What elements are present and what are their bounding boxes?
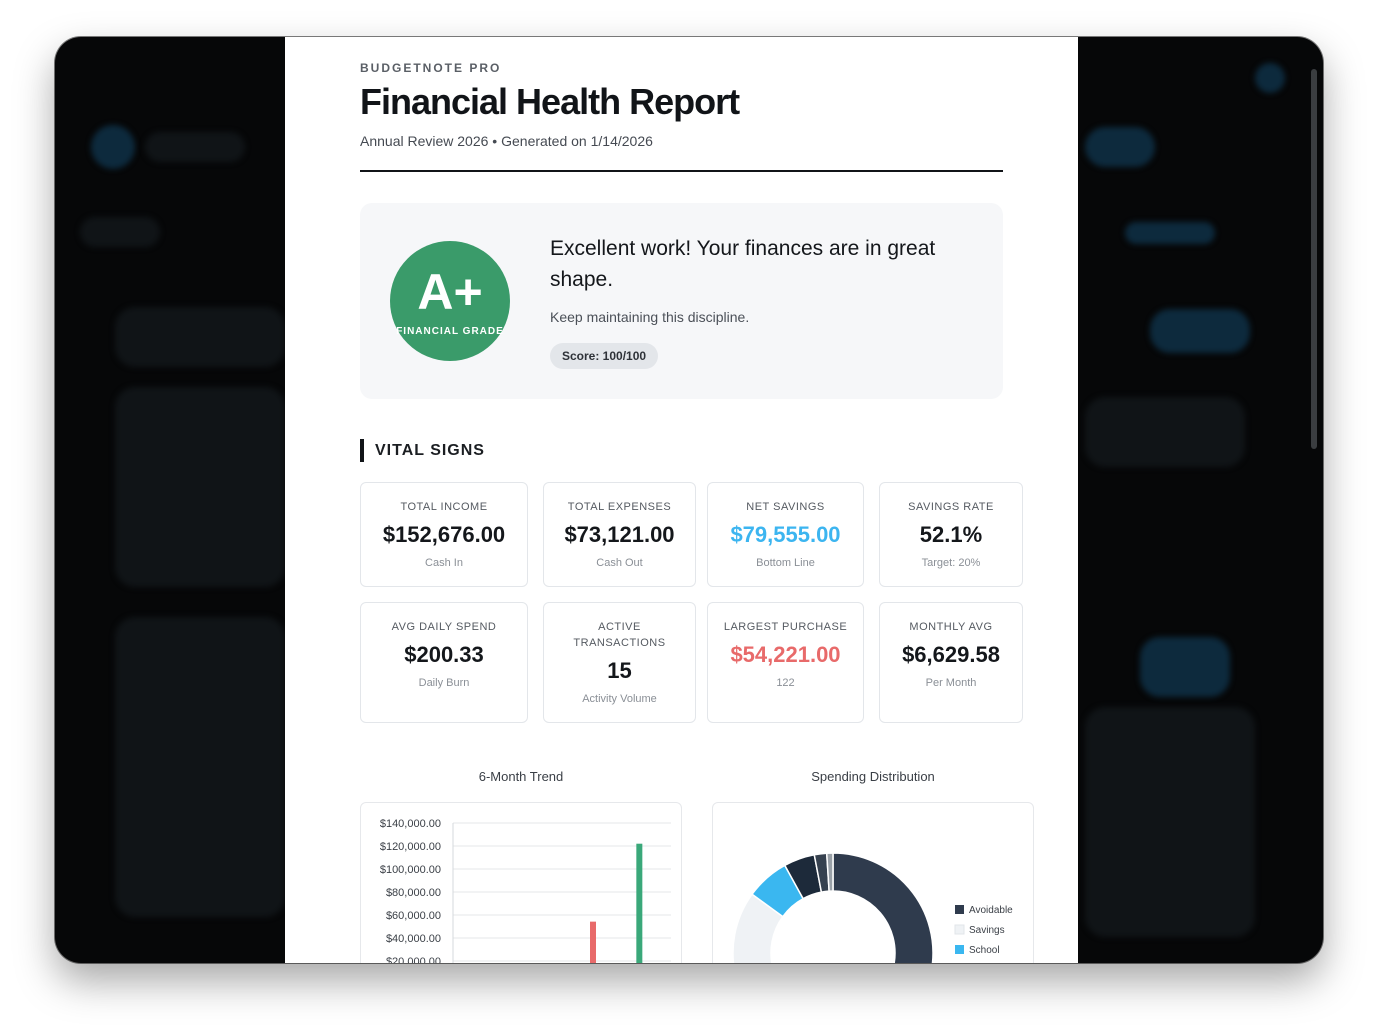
header-divider	[360, 170, 1003, 172]
section-heading-vital-signs: VITAL SIGNS	[360, 439, 485, 462]
distribution-chart-title: Spending Distribution	[811, 769, 935, 784]
report-modal: BUDGETNOTE PRO Financial Health Report A…	[285, 37, 1078, 963]
bg-panel-2	[115, 617, 285, 917]
grade-card: A+ FINANCIAL GRADE Excellent work! Your …	[360, 203, 1003, 399]
y-tick-label: $60,000.00	[386, 910, 441, 922]
bg-calendar	[1085, 707, 1255, 937]
stat-hint: Activity Volume	[582, 693, 657, 705]
y-tick-label: $120,000.00	[380, 841, 441, 853]
legend-swatch	[955, 905, 964, 914]
stat-label: AVG DAILY SPEND	[391, 621, 497, 633]
stat-value: $79,555.00	[730, 522, 841, 547]
y-tick-label: $20,000.00	[386, 956, 441, 963]
app-window: BUDGETNOTE PRO Financial Health Report A…	[55, 37, 1323, 963]
stat-hint: Per Month	[925, 677, 977, 689]
brand-label: BUDGETNOTE PRO	[360, 61, 502, 75]
report-title: Financial Health Report	[360, 81, 740, 122]
legend-label: Avoidable	[969, 905, 1013, 916]
bg-button-3	[1140, 637, 1230, 697]
distribution-chart-svg: Avoidable Savings School	[732, 852, 1013, 963]
stat-label: ACTIVE TRANSACTIONS	[573, 621, 666, 649]
legend-label: Savings	[969, 925, 1005, 936]
stat-value: $54,221.00	[730, 642, 841, 667]
score-badge: Score: 100/100	[550, 343, 659, 369]
stat-value: $200.33	[404, 642, 484, 667]
bg-nav	[80, 217, 160, 247]
stat-value: 52.1%	[919, 522, 983, 547]
bg-panel-right	[1085, 397, 1245, 467]
stat-hint: Target: 20%	[921, 557, 981, 569]
stat-card-avg-daily-spend: AVG DAILY SPEND $200.33 Daily Burn	[360, 602, 528, 723]
bg-panel-heading	[115, 307, 285, 367]
stat-hint: Bottom Line	[756, 557, 815, 569]
grade-badge: A+ FINANCIAL GRADE	[390, 241, 510, 361]
stat-label: LARGEST PURCHASE	[723, 621, 848, 633]
stat-hint: Cash In	[425, 557, 463, 569]
grade-message: Excellent work! Your finances are in gre…	[550, 237, 936, 291]
stat-label: MONTHLY AVG	[909, 621, 993, 633]
legend-label: School	[969, 945, 1000, 956]
trend-chart: $140,000.00 $120,000.00 $100,000.00 $80,000…	[360, 802, 682, 963]
y-tick-label: $100,000.00	[380, 864, 441, 876]
trend-chart-svg: $140,000.00 $120,000.00 $100,000.00 $80,000…	[380, 818, 671, 963]
stat-value: $152,676.00	[382, 522, 506, 547]
report-subtitle: Annual Review 2026 • Generated on 1/14/2…	[360, 133, 653, 149]
stat-card-net-savings: NET SAVINGS $79,555.00 Bottom Line	[707, 482, 864, 587]
bg-panel	[115, 387, 285, 587]
bg-avatar	[91, 125, 135, 169]
stat-label: SAVINGS RATE	[908, 501, 994, 513]
stat-label: TOTAL EXPENSES	[567, 501, 672, 513]
trend-bar	[590, 921, 596, 963]
distribution-chart: Avoidable Savings School	[712, 802, 1034, 963]
bg-user-avatar	[1255, 63, 1285, 93]
stat-hint: Cash Out	[596, 557, 643, 569]
stat-hint: 122	[776, 677, 795, 689]
bg-button	[1085, 127, 1155, 167]
trend-chart-title: 6-Month Trend	[478, 769, 564, 784]
stat-value: 15	[607, 658, 632, 683]
window-scrollbar[interactable]	[1311, 69, 1317, 449]
stat-card-savings-rate: SAVINGS RATE 52.1% Target: 20%	[879, 482, 1023, 587]
grade-submessage: Keep maintaining this discipline.	[550, 309, 750, 325]
grade-label: FINANCIAL GRADE	[396, 326, 504, 337]
stat-card-active-transactions: ACTIVE TRANSACTIONS 15 Activity Volume	[543, 602, 696, 723]
grade-letter: A+	[417, 264, 483, 320]
stat-label: TOTAL INCOME	[400, 501, 488, 513]
stat-card-total-expenses: TOTAL EXPENSES $73,121.00 Cash Out	[543, 482, 696, 587]
stat-value: $73,121.00	[564, 522, 675, 547]
legend-swatch	[954, 924, 965, 935]
bg-button-2	[1150, 309, 1250, 353]
legend-swatch	[955, 945, 964, 954]
trend-bar	[636, 843, 643, 963]
bg-brand	[145, 132, 245, 162]
stat-hint: Daily Burn	[418, 677, 470, 689]
stat-card-monthly-avg: MONTHLY AVG $6,629.58 Per Month	[879, 602, 1023, 723]
stat-card-total-income: TOTAL INCOME $152,676.00 Cash In	[360, 482, 528, 587]
stat-label: NET SAVINGS	[746, 501, 825, 513]
y-tick-label: $140,000.00	[380, 818, 441, 830]
y-tick-label: $80,000.00	[386, 887, 441, 899]
bg-chip	[1125, 222, 1215, 244]
stat-value: $6,629.58	[902, 642, 1000, 667]
stat-card-largest-purchase: LARGEST PURCHASE $54,221.00 122	[707, 602, 864, 723]
y-tick-label: $40,000.00	[386, 933, 441, 945]
